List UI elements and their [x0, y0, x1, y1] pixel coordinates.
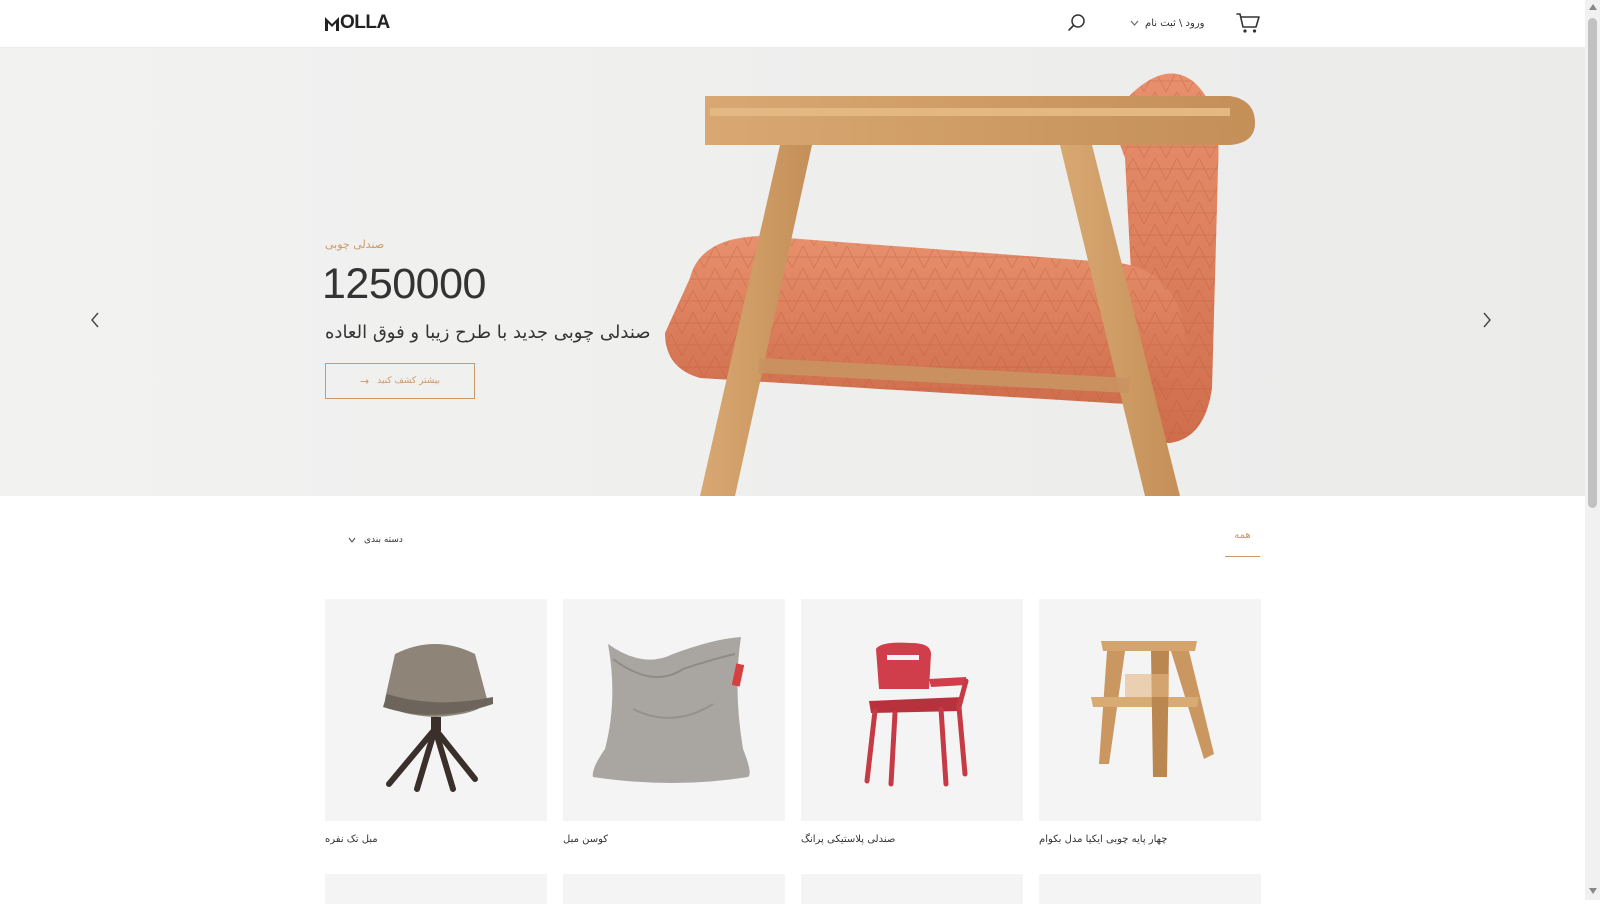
account-menu[interactable]: ورود \ ثبت نام: [1130, 14, 1205, 32]
logo-m-icon: [325, 17, 339, 31]
product-image[interactable]: [801, 599, 1023, 821]
scroll-down-arrow[interactable]: [1589, 888, 1597, 894]
chevron-down-icon: [1130, 20, 1139, 26]
logo[interactable]: OLLA: [325, 12, 390, 34]
hero-chair-image: [0, 48, 1585, 496]
hero-title: صندلی چوبی جدید با طرح زیبا و فوق العاده: [325, 322, 651, 343]
product-image[interactable]: [563, 599, 785, 821]
chevron-down-icon: [348, 537, 356, 543]
site-header: OLLA ورود \ ثبت نام: [0, 0, 1585, 48]
hero-price: 1250000: [322, 260, 486, 308]
product-name[interactable]: کوسن مبل: [563, 834, 608, 845]
product-image[interactable]: [1039, 599, 1261, 821]
chevron-left-icon: [91, 312, 99, 328]
beanbag-image: [592, 637, 750, 783]
discover-more-label: بیشتر کشف کنید: [377, 376, 440, 386]
product-card: مبل تک نفره: [325, 599, 547, 845]
category-dropdown-label: دسته بندی: [364, 535, 403, 545]
plastic-chair-image: [864, 642, 969, 787]
arrow-right-icon: →: [360, 374, 370, 388]
product-card: صندلی پلاستیکی پرانگ: [801, 599, 1023, 845]
hero-subtitle: صندلی چوبی: [325, 238, 385, 251]
cart-icon: [1236, 13, 1260, 33]
scrollbar-thumb[interactable]: [1588, 18, 1597, 508]
category-dropdown[interactable]: دسته بندی: [348, 535, 403, 545]
slider-next-button[interactable]: [1480, 310, 1494, 330]
step-stool-image: [1091, 641, 1214, 777]
armchair-image: [383, 644, 493, 792]
cart-button[interactable]: [1236, 12, 1260, 34]
logo-text: OLLA: [340, 12, 390, 33]
product-name[interactable]: مبل تک نفره: [325, 834, 378, 845]
scroll-up-arrow[interactable]: [1589, 4, 1597, 10]
product-name[interactable]: چهار پایه چوبی ایکیا مدل بکوام: [1039, 834, 1167, 845]
discover-more-button[interactable]: بیشتر کشف کنید →: [325, 363, 475, 399]
search-icon: [1068, 14, 1085, 31]
account-label: ورود \ ثبت نام: [1145, 17, 1205, 29]
scrollbar[interactable]: [1585, 0, 1600, 900]
product-image[interactable]: [325, 599, 547, 821]
product-card: کوسن مبل: [563, 599, 785, 845]
tab-all-label: همه: [1234, 530, 1251, 541]
hero-slider: صندلی چوبی 1250000 صندلی چوبی جدید با طر…: [0, 48, 1585, 496]
search-button[interactable]: [1067, 13, 1087, 33]
product-card: چهار پایه چوبی ایکیا مدل بکوام: [1039, 599, 1261, 845]
product-name[interactable]: صندلی پلاستیکی پرانگ: [801, 834, 895, 845]
slider-prev-button[interactable]: [88, 310, 102, 330]
tab-all[interactable]: همه: [1225, 530, 1260, 557]
chevron-right-icon: [1483, 312, 1491, 328]
